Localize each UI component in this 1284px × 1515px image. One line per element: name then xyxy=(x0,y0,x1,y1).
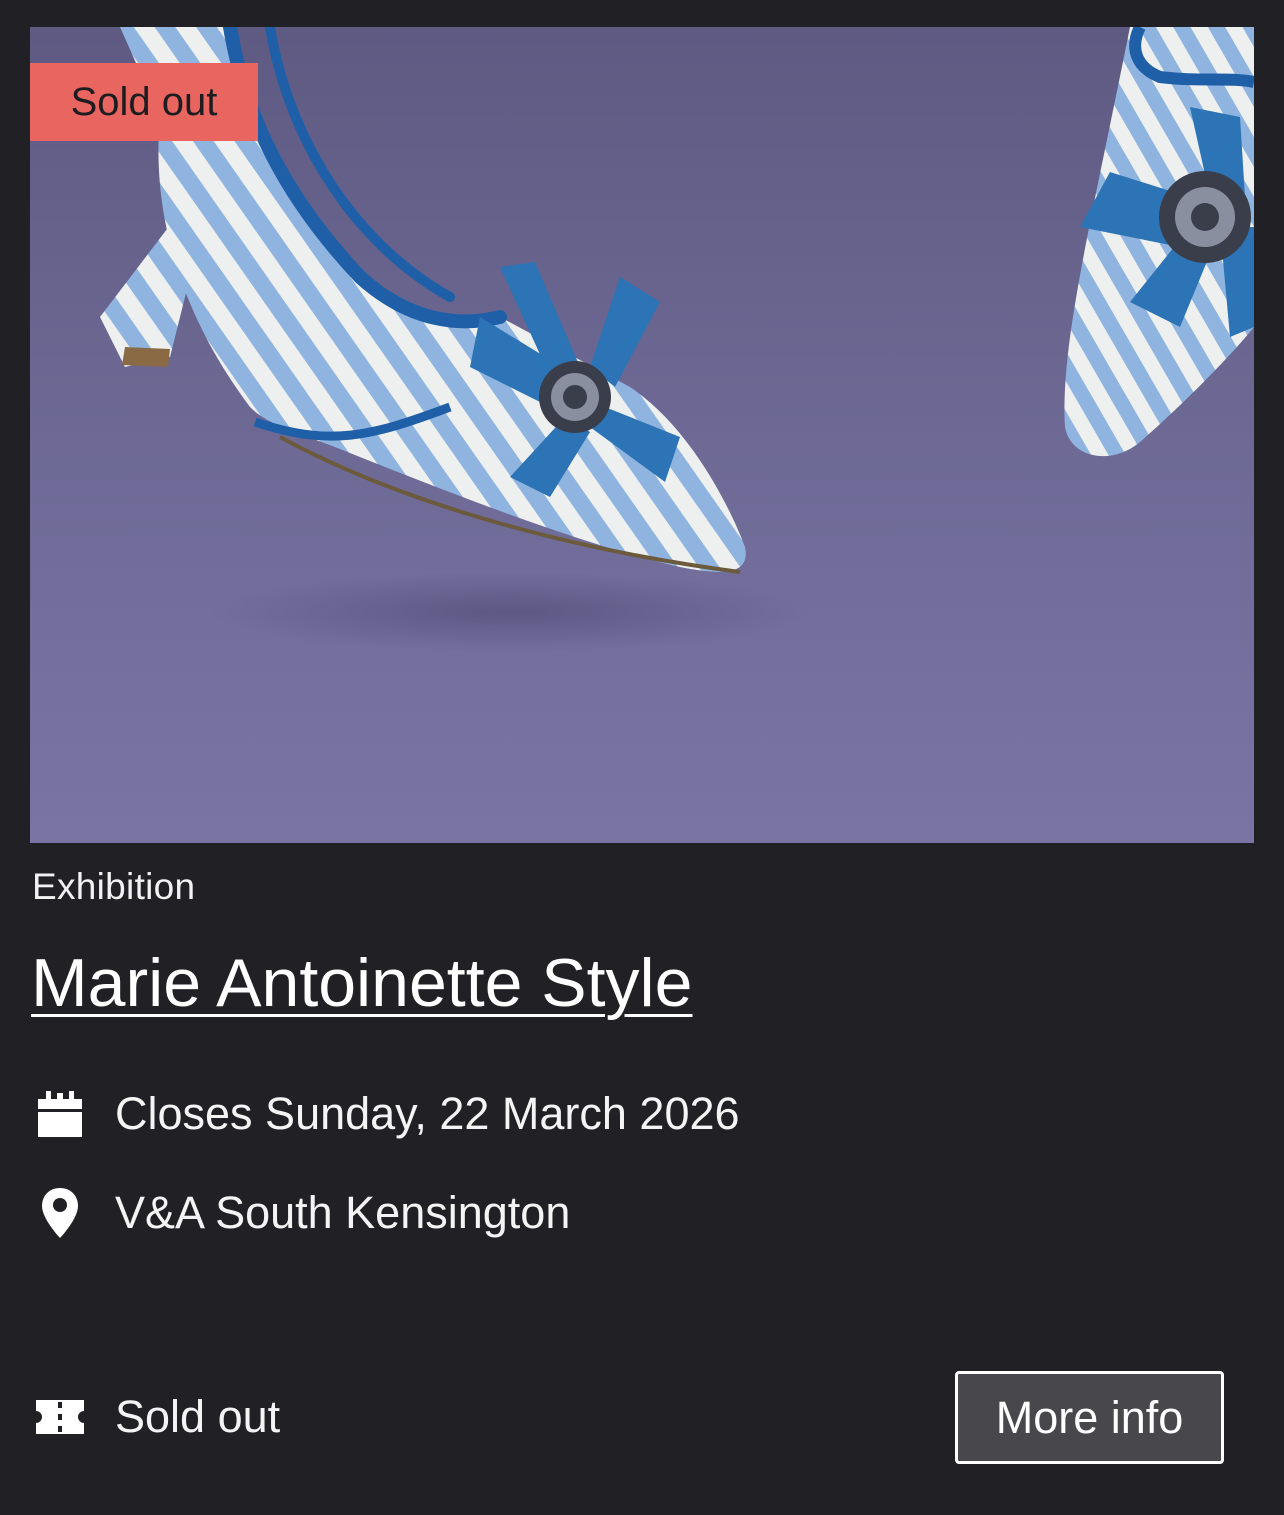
event-location-text: V&A South Kensington xyxy=(115,1187,571,1238)
ticket-icon xyxy=(32,1389,88,1445)
event-card: Sold out Exhibition Marie Antoinette Sty… xyxy=(0,0,1284,1515)
ticket-status-row: Sold out xyxy=(32,1389,280,1445)
event-date-row: Closes Sunday, 22 March 2026 xyxy=(32,1086,740,1142)
event-image[interactable] xyxy=(30,27,1254,843)
ticket-status-text: Sold out xyxy=(115,1391,281,1442)
event-date-text: Closes Sunday, 22 March 2026 xyxy=(115,1088,740,1139)
more-info-button[interactable]: More info xyxy=(955,1371,1224,1464)
sold-out-badge: Sold out xyxy=(30,63,258,141)
event-location-row: V&A South Kensington xyxy=(32,1185,570,1241)
event-title-link[interactable]: Marie Antoinette Style xyxy=(31,944,692,1022)
event-category: Exhibition xyxy=(32,866,196,907)
map-pin-icon xyxy=(32,1185,88,1241)
shoe-illustration xyxy=(100,27,1254,652)
calendar-icon xyxy=(32,1086,88,1142)
